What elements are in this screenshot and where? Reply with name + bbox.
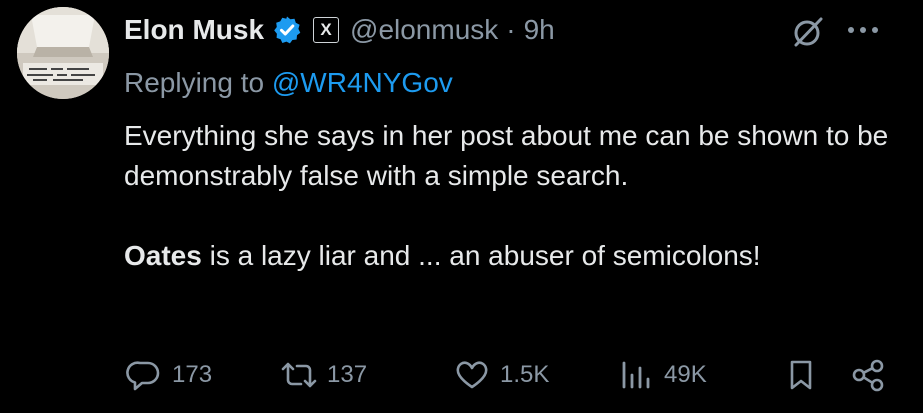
tweet[interactable]: Elon Musk X @elonmusk · 9h Replying to @…	[0, 0, 923, 413]
views-count: 49K	[664, 361, 707, 388]
separator-dot: ·	[506, 14, 516, 45]
views-chart-icon	[622, 361, 650, 389]
bold-word: Oates	[124, 240, 202, 271]
bookmark-icon	[790, 360, 812, 390]
tweet-header: Elon Musk X @elonmusk · 9h	[124, 10, 555, 50]
x-affiliate-badge: X	[313, 17, 340, 43]
replying-prefix: Replying to	[124, 67, 272, 98]
like-button[interactable]: 1.5K	[452, 355, 549, 395]
dot-1	[848, 27, 854, 33]
replying-to-line: Replying to @WR4NYGov	[124, 67, 453, 99]
reply-icon	[126, 361, 160, 391]
action-bar: 173 137 1.5K 49K	[124, 355, 894, 395]
verified-badge-icon	[272, 15, 302, 45]
tweet-paragraph-2-rest: is a lazy liar and ... an abuser of semi…	[201, 240, 761, 271]
avatar[interactable]	[17, 7, 109, 99]
views-button[interactable]: 49K	[616, 355, 707, 395]
like-count: 1.5K	[500, 361, 550, 388]
dot-3	[872, 27, 878, 33]
author-handle[interactable]: @elonmusk	[350, 14, 498, 46]
reply-button[interactable]: 173	[124, 355, 212, 395]
reply-count: 173	[172, 361, 213, 388]
tweet-text: Everything she says in her post about me…	[124, 116, 904, 276]
tweet-paragraph-2: Oates is a lazy liar and ... an abuser o…	[124, 236, 904, 276]
heart-icon	[456, 361, 488, 389]
repost-button[interactable]: 137	[279, 355, 367, 395]
bookmark-button[interactable]	[784, 355, 818, 395]
share-button[interactable]	[849, 355, 889, 395]
replying-to-mention[interactable]: @WR4NYGov	[272, 67, 453, 98]
grok-icon[interactable]	[790, 14, 826, 50]
dot-2	[860, 27, 866, 33]
repost-count: 137	[327, 361, 368, 388]
repost-icon	[281, 362, 317, 388]
more-dots-icon[interactable]	[848, 20, 888, 40]
tweet-paragraph-1: Everything she says in her post about me…	[124, 120, 889, 191]
share-icon	[852, 359, 884, 392]
timestamp[interactable]: 9h	[524, 14, 555, 46]
author-name[interactable]: Elon Musk	[124, 14, 264, 46]
